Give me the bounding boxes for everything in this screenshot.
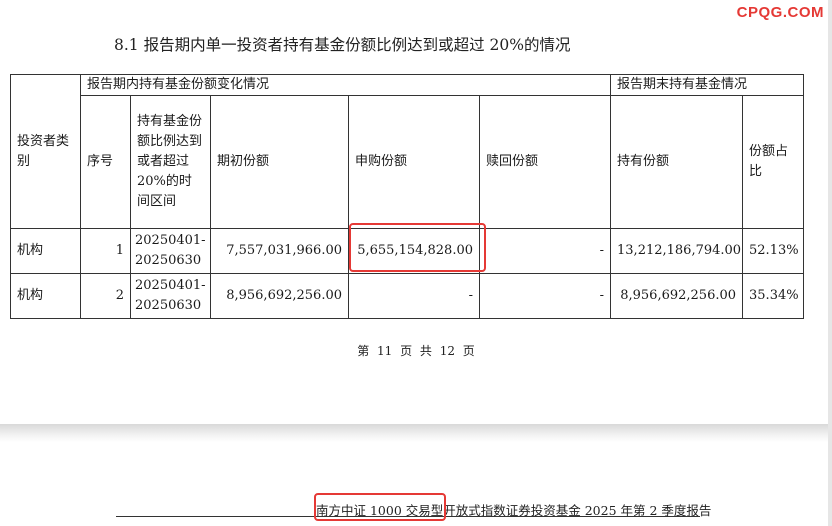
table-row: 机构 1 20250401-20250630 7,557,031,966.00 … [10,228,805,274]
header-opening-shares: 期初份额 [210,95,349,229]
cell-share-ratio: 35.34% [742,273,805,319]
header-during-period: 报告期内持有基金份额变化情况 [79,74,612,96]
table-column-header-row: 序号 持有基金份额比例达到或者超过 20%的时间区间 期初份额 申购份额 赎回份… [11,95,805,229]
cell-seq: 2 [80,273,131,319]
cell-investor-type: 机构 [10,228,81,274]
header-divider [116,516,700,517]
header-held-shares: 持有份额 [610,95,744,229]
header-subscription-shares: 申购份额 [348,95,480,229]
cell-held-shares: 13,212,186,794.00 [610,228,744,274]
cell-period: 20250401-20250630 [130,228,211,274]
header-period-end: 报告期末持有基金情况 [610,74,805,96]
header-redemption-shares: 赎回份额 [478,95,612,229]
header-period: 持有基金份额比例达到或者超过 20%的时间区间 [130,95,211,229]
cell-held-shares: 8,956,692,256.00 [610,273,744,319]
cell-opening-shares: 7,557,031,966.00 [210,228,349,274]
cell-share-ratio: 52.13% [742,228,805,274]
header-seq: 序号 [80,95,131,229]
cell-investor-type: 机构 [10,273,81,319]
page-edge [828,0,832,526]
site-watermark: CPQG.COM [736,4,824,21]
page-break [0,424,832,442]
page-number-footer: 第 11 页 共 12 页 [357,344,475,358]
cell-subscription-shares: - [348,273,480,319]
table-row: 机构 2 20250401-20250630 8,956,692,256.00 … [10,273,805,319]
cell-subscription-shares: 5,655,154,828.00 [348,228,480,274]
cell-redemption-shares: - [478,273,612,319]
cell-period: 20250401-20250630 [130,273,211,319]
cell-redemption-shares: - [478,228,612,274]
cell-seq: 1 [80,228,131,274]
investor-holdings-table: 投资者类别 报告期内持有基金份额变化情况 报告期末持有基金情况 序号 持有基金份… [10,74,805,319]
table-group-header-row: 投资者类别 报告期内持有基金份额变化情况 报告期末持有基金情况 [10,74,805,229]
header-investor-type: 投资者类别 [10,74,81,229]
header-share-ratio: 份额占比 [742,95,805,229]
section-title: 8.1 报告期内单一投资者持有基金份额比例达到或超过 20%的情况 [114,36,571,54]
cell-opening-shares: 8,956,692,256.00 [210,273,349,319]
